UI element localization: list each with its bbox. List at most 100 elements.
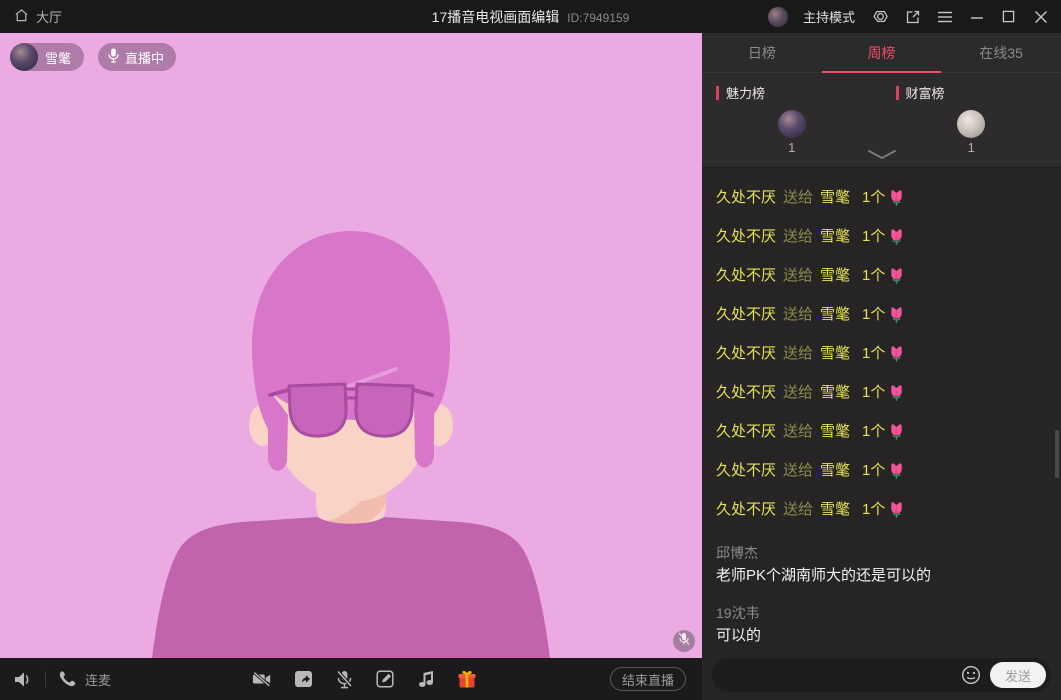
home-button[interactable]: 大厅 [0, 7, 62, 26]
gift-message-row: 久处不厌 送给 雪氅 1个 [716, 489, 1047, 528]
video-stage: 雪氅 直播中 [0, 33, 702, 658]
app-window: 大厅 17播音电视画面编辑ID:7949159 主持模式 [0, 0, 1061, 700]
gift-receiver: 雪氅 [820, 381, 850, 402]
tulip-icon [889, 266, 904, 284]
chat-username: 19沈韦 [716, 602, 1047, 624]
speaker-icon[interactable] [13, 669, 33, 689]
live-badge-label: 直播中 [125, 48, 164, 67]
wealth-rank1-avatar[interactable] [957, 110, 985, 138]
chat-message: 19沈韦 可以的 [716, 602, 1047, 648]
tulip-icon [889, 422, 904, 440]
gift-receiver: 雪氅 [820, 498, 850, 519]
broadcast-toolbar: 连麦 [0, 658, 702, 700]
menu-icon[interactable] [936, 8, 953, 25]
gift-message-row: 久处不厌 送给 雪氅 1个 [716, 450, 1047, 489]
gift-action: 送给 [783, 225, 813, 246]
gift-amount: 1个 [862, 264, 885, 285]
charm-ranking-header: 魅力榜 [702, 83, 882, 102]
gift-receiver: 雪氅 [820, 225, 850, 246]
minimize-icon[interactable] [968, 8, 985, 25]
toolbar-center [252, 669, 477, 689]
gift-action: 送给 [783, 303, 813, 324]
tab-2[interactable]: 在线35 [941, 33, 1061, 72]
gift-sender: 久处不厌 [716, 420, 776, 441]
gear-icon[interactable] [872, 8, 889, 25]
mic-muted-badge[interactable] [673, 630, 695, 652]
live-status-pill[interactable]: 直播中 [98, 43, 176, 71]
gift-amount: 1个 [862, 459, 885, 480]
chat-list: 久处不厌 送给 雪氅 1个 久处不厌 送给 雪氅 1个 久处不厌 送给 雪氅 1… [702, 168, 1061, 650]
end-stream-button[interactable]: 结束直播 [610, 667, 686, 691]
gift-message-row: 久处不厌 送给 雪氅 1个 [716, 294, 1047, 333]
tulip-icon [889, 344, 904, 362]
tulip-icon [889, 461, 904, 479]
chevron-down-icon[interactable] [867, 147, 897, 165]
wealth-ranking-title: 财富榜 [906, 83, 945, 102]
gift-sender: 久处不厌 [716, 498, 776, 519]
gift-message-row: 久处不厌 送给 雪氅 1个 [716, 177, 1047, 216]
charm-rank1-avatar[interactable] [778, 110, 806, 138]
gift-sender: 久处不厌 [716, 303, 776, 324]
popout-icon[interactable] [904, 8, 921, 25]
broadcast-column: 雪氅 直播中 [0, 33, 702, 700]
host-mode-label: 主持模式 [803, 7, 855, 26]
gift-sender: 久处不厌 [716, 342, 776, 363]
wealth-ranking-header: 财富榜 [882, 83, 1061, 102]
chat-text: 老师PK个湖南师大的还是可以的 [716, 564, 1047, 588]
gift-sender: 久处不厌 [716, 459, 776, 480]
wealth-ranking: 财富榜 1 [882, 73, 1061, 167]
gift-receiver: 雪氅 [820, 459, 850, 480]
tulip-icon [889, 305, 904, 323]
gift-icon[interactable] [457, 669, 477, 689]
chat-input[interactable] [726, 667, 960, 683]
streamer-name: 雪氅 [45, 48, 71, 67]
send-button[interactable]: 发送 [990, 662, 1046, 688]
gift-amount: 1个 [862, 420, 885, 441]
tab-0[interactable]: 日榜 [702, 33, 822, 72]
mic-off-icon[interactable] [334, 669, 354, 689]
home-icon [14, 8, 29, 26]
gift-amount: 1个 [862, 381, 885, 402]
music-icon[interactable] [416, 669, 436, 689]
toolbar-divider [45, 671, 46, 687]
ranking-tabs: 日榜周榜在线35 [702, 33, 1061, 73]
side-panel: 日榜周榜在线35 魅力榜 1 财富榜 1 [702, 33, 1061, 700]
gift-sender: 久处不厌 [716, 225, 776, 246]
chat-input-row: 发送 [702, 650, 1061, 700]
wealth-rank1-number: 1 [882, 140, 1061, 155]
tab-1[interactable]: 周榜 [822, 33, 942, 72]
gift-amount: 1个 [862, 303, 885, 324]
streamer-pill[interactable]: 雪氅 [10, 43, 84, 71]
screen-share-icon[interactable] [293, 669, 313, 689]
gift-action: 送给 [783, 420, 813, 441]
charm-ranking-title: 魅力榜 [726, 83, 765, 102]
emoji-icon[interactable] [960, 664, 982, 686]
gift-action: 送给 [783, 459, 813, 480]
connect-mic-label: 连麦 [85, 670, 111, 689]
chat-username: 邱博杰 [716, 542, 1047, 564]
window-title: 17播音电视画面编辑 [432, 9, 560, 25]
rankings-section: 魅力榜 1 财富榜 1 [702, 73, 1061, 168]
tulip-icon [889, 227, 904, 245]
edit-icon[interactable] [375, 669, 395, 689]
chat-scrollbar[interactable] [1055, 430, 1059, 478]
gift-amount: 1个 [862, 342, 885, 363]
gift-action: 送给 [783, 186, 813, 207]
close-icon[interactable] [1032, 8, 1049, 25]
gift-receiver: 雪氅 [820, 264, 850, 285]
toolbar-left: 连麦 [0, 669, 111, 689]
maximize-icon[interactable] [1000, 8, 1017, 25]
stream-overlay: 雪氅 直播中 [10, 43, 176, 71]
tulip-icon [889, 383, 904, 401]
user-avatar[interactable] [768, 7, 788, 27]
charm-ranking: 魅力榜 1 [702, 73, 882, 167]
gift-receiver: 雪氅 [820, 342, 850, 363]
main-area: 雪氅 直播中 [0, 33, 1061, 700]
gift-sender: 久处不厌 [716, 264, 776, 285]
gift-message-row: 久处不厌 送给 雪氅 1个 [716, 372, 1047, 411]
gift-message-row: 久处不厌 送给 雪氅 1个 [716, 255, 1047, 294]
accent-bar [896, 86, 899, 100]
accent-bar [716, 86, 719, 100]
camera-off-icon[interactable] [252, 669, 272, 689]
phone-icon[interactable] [58, 669, 78, 689]
